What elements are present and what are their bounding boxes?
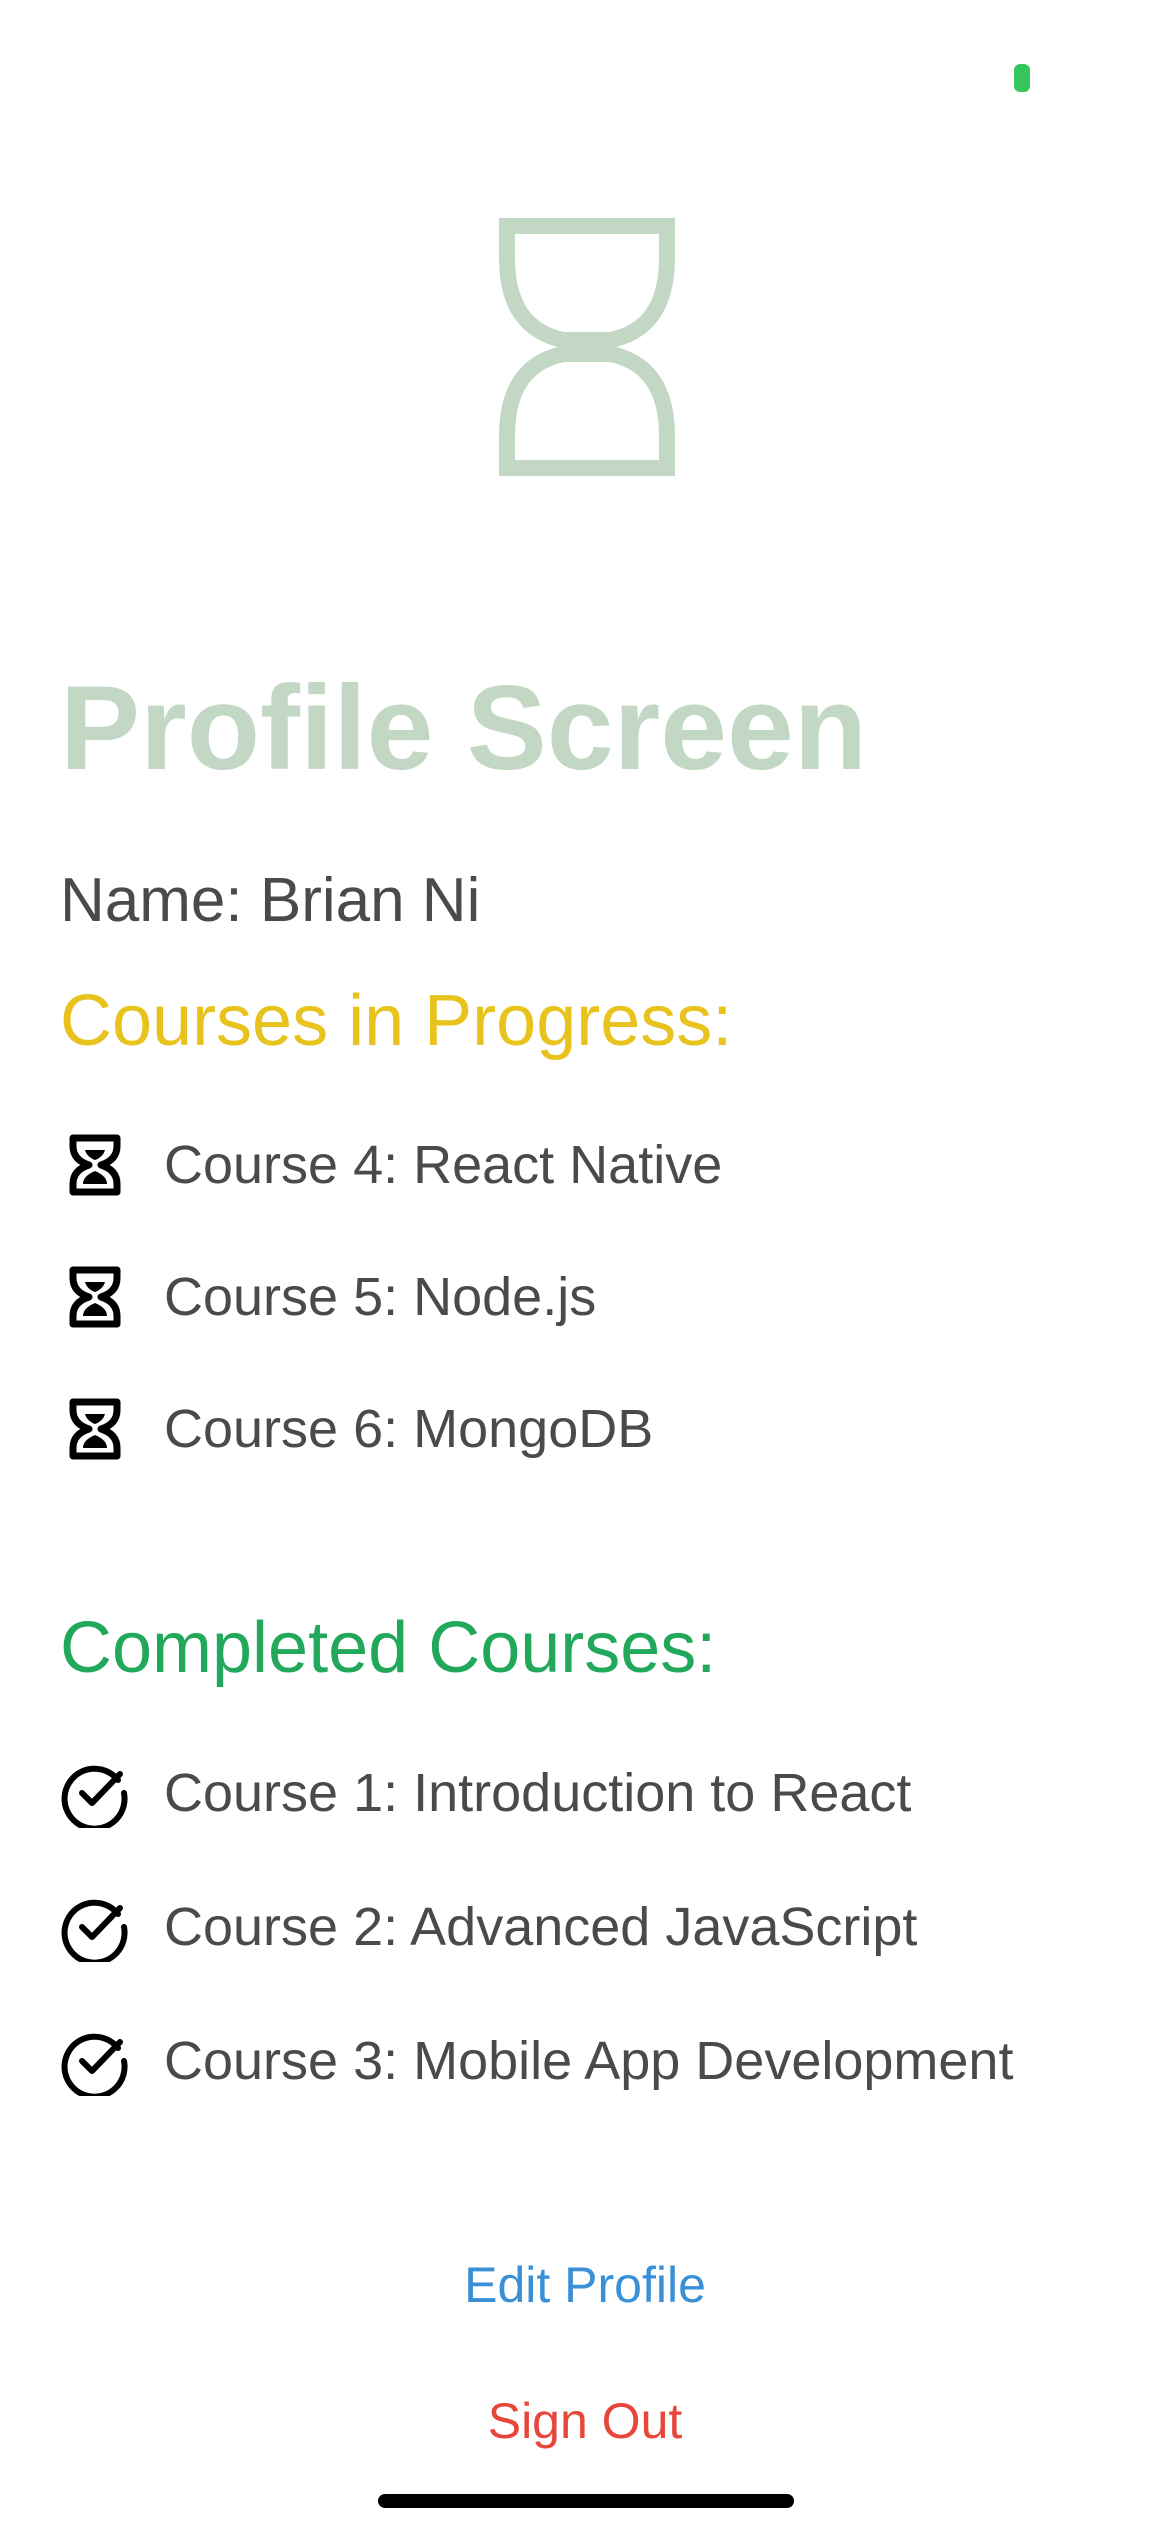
sign-out-button[interactable]: Sign Out xyxy=(0,2396,1170,2446)
page-title: Profile Screen xyxy=(60,661,868,795)
completed-courses-list: Course 1: Introduction to React Course 2… xyxy=(60,1758,1013,2160)
hourglass-icon xyxy=(60,1130,130,1200)
profile-name: Name: Brian Ni xyxy=(60,866,481,935)
check-circle-icon xyxy=(60,1758,130,1828)
completed-course-item: Course 2: Advanced JavaScript xyxy=(60,1892,1013,1962)
course-label: Course 5: Node.js xyxy=(164,1267,597,1327)
courses-in-progress-list: Course 4: React Native Course 5: Node.js… xyxy=(60,1130,722,1526)
course-label: Course 4: React Native xyxy=(164,1135,723,1195)
check-circle-icon xyxy=(60,1892,130,1962)
completed-course-item: Course 3: Mobile App Development xyxy=(60,2026,1013,2096)
course-label: Course 2: Advanced JavaScript xyxy=(164,1897,918,1957)
course-label: Course 1: Introduction to React xyxy=(164,1763,912,1823)
course-in-progress-item: Course 4: React Native xyxy=(60,1130,722,1200)
course-label: Course 3: Mobile App Development xyxy=(164,2031,1014,2091)
course-label: Course 6: MongoDB xyxy=(164,1399,654,1459)
status-indicator xyxy=(1014,64,1030,92)
course-in-progress-item: Course 5: Node.js xyxy=(60,1262,722,1332)
hourglass-logo-icon xyxy=(499,218,675,476)
completed-courses-heading: Completed Courses: xyxy=(60,1608,717,1688)
hourglass-icon xyxy=(60,1394,130,1464)
course-in-progress-item: Course 6: MongoDB xyxy=(60,1394,722,1464)
check-circle-icon xyxy=(60,2026,130,2096)
home-indicator[interactable] xyxy=(378,2494,794,2508)
completed-course-item: Course 1: Introduction to React xyxy=(60,1758,1013,1828)
courses-in-progress-heading: Courses in Progress: xyxy=(60,981,733,1061)
hourglass-icon xyxy=(60,1262,130,1332)
edit-profile-button[interactable]: Edit Profile xyxy=(0,2260,1170,2310)
